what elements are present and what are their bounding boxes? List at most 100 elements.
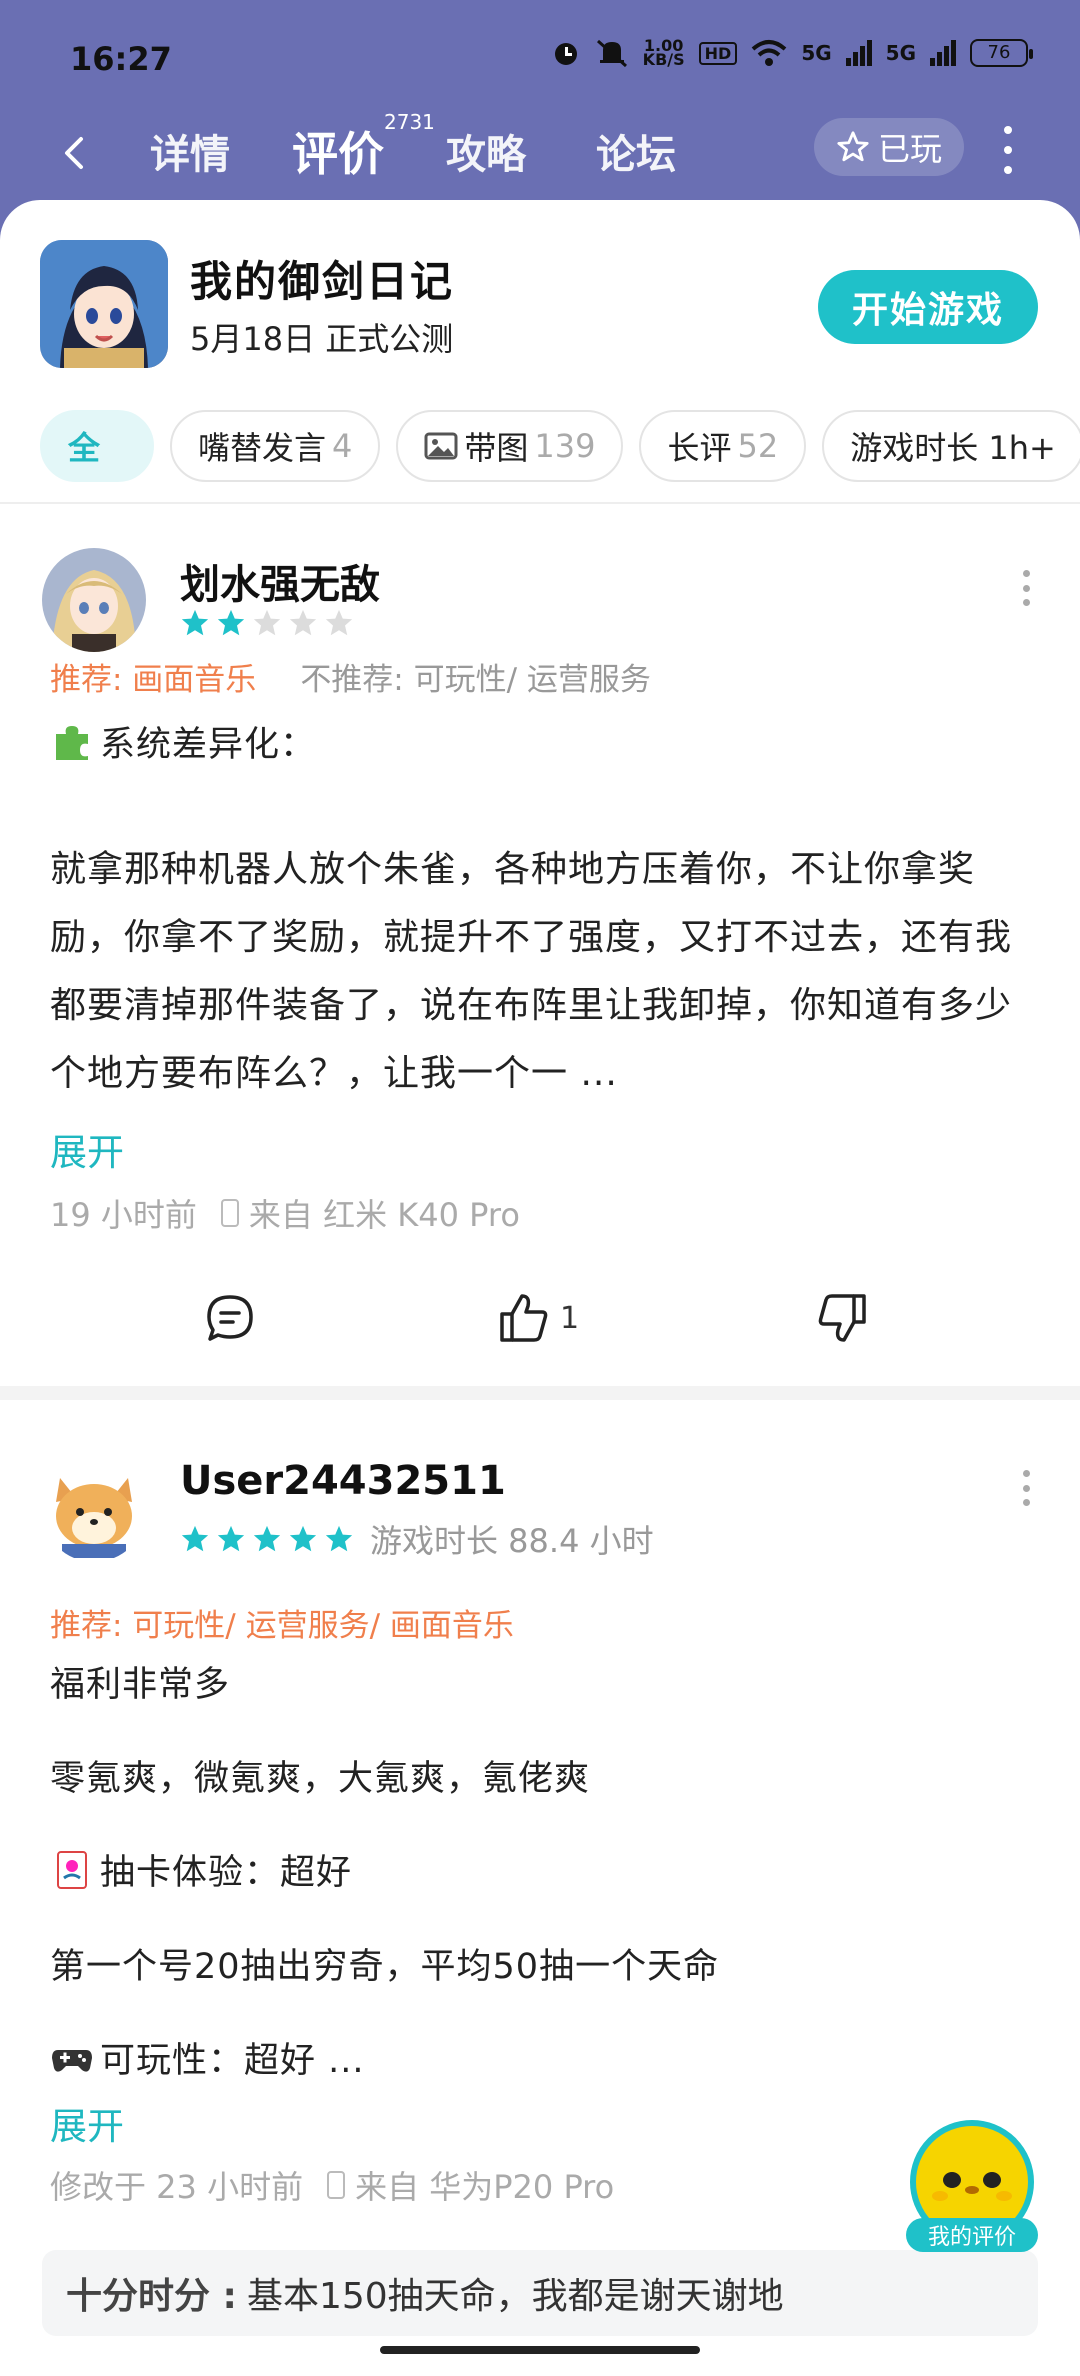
net-speed: 1.00 KB/S <box>642 38 685 69</box>
not-recommend-tag: 不推荐: 可玩性/ 运营服务 <box>300 662 651 698</box>
expand-link[interactable]: 展开 <box>50 2096 124 2150</box>
review-more-button[interactable] <box>1018 570 1034 606</box>
played-button[interactable]: 已玩 <box>814 118 964 176</box>
game-icon[interactable] <box>40 240 168 368</box>
filter-label: 全 <box>68 429 101 467</box>
filter-label: 游戏时长 1h+ <box>850 429 1056 467</box>
star-empty-icon <box>253 609 281 636</box>
tab-guides[interactable]: 攻略 <box>446 122 526 180</box>
game-header: 我的御剑日记 5月18日 正式公测 开始游戏 <box>0 200 1080 370</box>
highlight-key: 十分时分 : <box>66 2276 237 2317</box>
review-playtime: 游戏时长 88.4 小时 <box>370 1522 654 1560</box>
review-heading-text: 系统差异化： <box>100 725 317 765</box>
star-empty-icon <box>325 609 353 636</box>
review-meta: 修改于 23 小时前 来自 华为P20 Pro <box>50 2162 614 2208</box>
signal-icon <box>930 40 956 66</box>
review-heading: 系统差异化： <box>50 710 1040 780</box>
star-empty-icon <box>289 609 317 636</box>
signal-icon <box>845 40 872 66</box>
review-device: 来自 华为P20 Pro <box>355 2168 615 2206</box>
filter-count: 52 <box>737 427 779 465</box>
review-actions: 1 <box>0 1292 1080 1372</box>
review-line: 可玩性：超好 ... <box>50 2026 1040 2096</box>
review-device: 来自 红米 K40 Pro <box>248 1196 520 1234</box>
thumbs-down-icon <box>818 1294 866 1342</box>
game-title: 我的御剑日记 <box>190 257 455 306</box>
more-menu-button[interactable] <box>996 126 1020 174</box>
review-time: 修改于 23 小时前 <box>50 2168 304 2206</box>
section-separator <box>0 1386 1080 1400</box>
avatar[interactable] <box>42 1458 146 1562</box>
review-line: 抽卡体验：超好 <box>50 1838 1040 1908</box>
tab-details[interactable]: 详情 <box>150 122 230 180</box>
game-release-date: 5月18日 正式公测 <box>190 320 454 358</box>
filter-count: 4 <box>332 427 353 465</box>
filter-chip-quotes[interactable]: 嘴替发言 4 <box>170 410 381 482</box>
status-time: 16:27 <box>70 40 172 78</box>
net-speed-unit: KB/S <box>642 50 685 69</box>
user-avatar-art <box>42 548 146 652</box>
like-button[interactable]: 1 <box>498 1292 579 1344</box>
dot <box>1022 1484 1030 1492</box>
review-more-button[interactable] <box>1018 1470 1034 1506</box>
review-tags: 推荐: 可玩性/ 运营服务/ 画面音乐 <box>50 1600 514 1645</box>
tab-reviews[interactable]: 评价 <box>292 118 384 184</box>
tab-forum[interactable]: 论坛 <box>596 122 676 180</box>
star-filled-icon <box>181 609 209 636</box>
dot <box>1022 1499 1030 1506</box>
dislike-button[interactable] <box>816 1292 868 1344</box>
thumbs-up-icon <box>500 1294 548 1342</box>
filter-count: 139 <box>534 427 596 465</box>
star-filled-icon <box>253 1525 281 1552</box>
puzzle-icon <box>56 726 88 760</box>
comment-icon <box>207 1295 253 1341</box>
dot <box>1004 146 1012 154</box>
review-line: 福利非常多 <box>50 1665 231 1705</box>
comment-button[interactable] <box>204 1292 256 1344</box>
image-icon <box>424 432 458 460</box>
filter-chip-with-images[interactable]: 带图 139 <box>396 410 624 482</box>
divider <box>0 502 1080 504</box>
dot <box>1022 584 1030 592</box>
review-line: 第一个号20抽出穷奇，平均50抽一个天命 <box>50 1947 720 1987</box>
filter-chip-playtime[interactable]: 游戏时长 1h+ <box>822 410 1080 482</box>
game-avatar-art <box>40 240 168 368</box>
dot <box>1004 126 1012 134</box>
highlight-quote[interactable]: 十分时分 : 基本150抽天命，我都是谢天谢地 <box>42 2250 1038 2336</box>
filter-chip-all[interactable]: 全 <box>40 410 154 482</box>
phone-icon <box>220 1199 239 1227</box>
review-username[interactable]: User24432511 <box>180 1458 506 1504</box>
status-bar: 16:27 1.00 KB/S HD 5G 5G 76 <box>0 0 1080 120</box>
review-tags: 推荐: 画面音乐 不推荐: 可玩性/ 运营服务 <box>50 654 651 699</box>
alarm-icon <box>554 43 577 65</box>
star-filled-icon <box>289 1525 317 1552</box>
review-time: 19 小时前 <box>50 1196 197 1234</box>
avatar[interactable] <box>42 548 146 652</box>
star-filled-icon <box>217 1525 245 1552</box>
signal-5g-2: 5G <box>885 41 916 65</box>
home-indicator[interactable] <box>380 2346 700 2354</box>
filter-label: 长评 <box>667 429 732 467</box>
my-review-fab[interactable]: 我的评价 <box>906 2120 1040 2252</box>
mute-icon <box>596 39 627 68</box>
review-body: 就拿那种机器人放个朱雀，各种地方压着你，不让你拿奖励，你拿不了奖励，就提升不了强… <box>50 849 1013 1094</box>
review-line: 零氪爽，微氪爽，大氪爽，氪佬爽 <box>50 1759 591 1799</box>
review-username[interactable]: 划水强无敌 <box>180 552 380 610</box>
expand-link[interactable]: 展开 <box>50 1122 124 1176</box>
star-filled-icon <box>181 1525 209 1552</box>
review-line-text: 可玩性：超好 ... <box>100 2041 365 2081</box>
review-meta: 19 小时前 来自 红米 K40 Pro <box>50 1190 520 1236</box>
filter-chip-long[interactable]: 长评 52 <box>639 410 807 482</box>
content-sheet: 我的御剑日记 5月18日 正式公测 开始游戏 全 嘴替发言 4 带图 139 长… <box>0 200 1080 2376</box>
start-game-button[interactable]: 开始游戏 <box>818 270 1038 344</box>
user-avatar-art <box>42 1458 146 1562</box>
star-filled-icon <box>217 609 245 636</box>
dot <box>1022 1470 1030 1477</box>
filter-chips: 全 嘴替发言 4 带图 139 长评 52 游戏时长 1h+ <box>40 410 1080 482</box>
gamepad-icon <box>52 2050 92 2072</box>
battery-icon: 76 <box>970 39 1033 67</box>
filter-label: 带图 <box>464 429 529 467</box>
joker-card-icon <box>57 1851 87 1889</box>
back-button[interactable] <box>50 128 100 178</box>
star-outline-icon <box>837 131 869 162</box>
